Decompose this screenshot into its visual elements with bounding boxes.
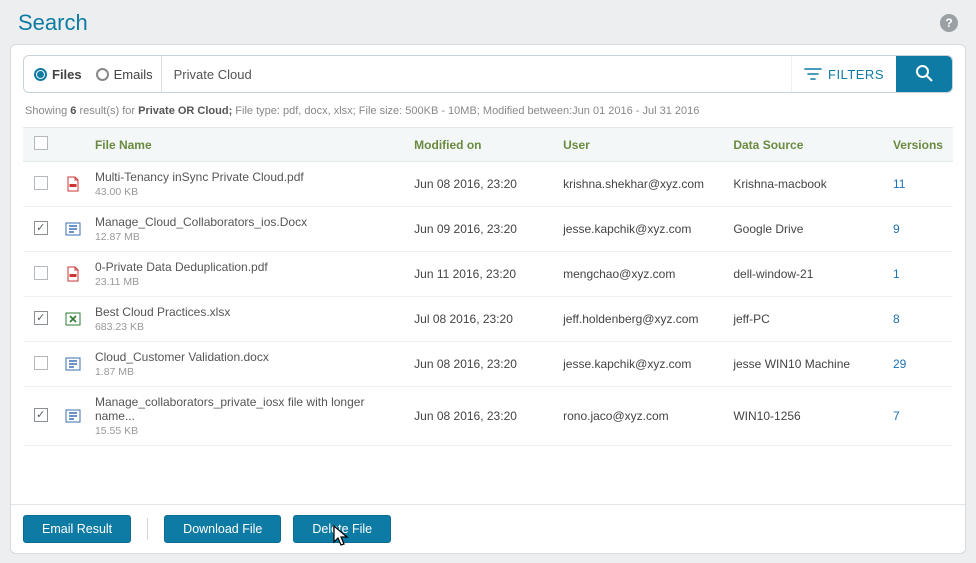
datasource-cell: Krishna-macbook <box>727 162 887 207</box>
footer-divider <box>147 518 148 540</box>
select-all-checkbox[interactable] <box>34 136 48 150</box>
column-datasource[interactable]: Data Source <box>727 128 887 162</box>
modified-cell: Jun 08 2016, 23:20 <box>408 387 557 446</box>
tab-emails-label: Emails <box>114 67 153 82</box>
user-cell: rono.jaco@xyz.com <box>557 387 727 446</box>
datasource-cell: WIN10-1256 <box>727 387 887 446</box>
user-cell: mengchao@xyz.com <box>557 252 727 297</box>
tab-files-label: Files <box>52 67 82 82</box>
tab-emails[interactable]: Emails <box>96 67 153 82</box>
column-filename[interactable]: File Name <box>89 128 408 162</box>
datasource-cell: jeff-PC <box>727 297 887 342</box>
action-footer: Email Result Download File Delete File <box>11 504 965 553</box>
table-row[interactable]: Cloud_Customer Validation.docx 1.87 MB Jun… <box>23 342 953 387</box>
page-title: Search <box>18 10 88 36</box>
table-row[interactable]: Manage_Cloud_Collaborators_ios.Docx 12.87… <box>23 207 953 252</box>
file-name: Manage_Cloud_Collaborators_ios.Docx <box>95 215 402 229</box>
modified-cell: Jul 08 2016, 23:20 <box>408 297 557 342</box>
user-cell: jesse.kapchik@xyz.com <box>557 207 727 252</box>
file-name: Best Cloud Practices.xlsx <box>95 305 402 319</box>
search-input[interactable] <box>162 56 791 92</box>
file-name: Cloud_Customer Validation.docx <box>95 350 402 364</box>
results-summary: Showing 6 result(s) for Private OR Cloud… <box>11 103 965 127</box>
search-button[interactable] <box>896 56 952 92</box>
help-icon[interactable]: ? <box>940 14 958 32</box>
column-versions[interactable]: Versions <box>887 128 953 162</box>
versions-cell[interactable]: 8 <box>887 297 953 342</box>
filters-label: FILTERS <box>828 67 884 82</box>
modified-cell: Jun 08 2016, 23:20 <box>408 162 557 207</box>
modified-cell: Jun 11 2016, 23:20 <box>408 252 557 297</box>
column-user[interactable]: User <box>557 128 727 162</box>
modified-cell: Jun 09 2016, 23:20 <box>408 207 557 252</box>
radio-emails-icon <box>96 68 109 81</box>
radio-files-icon <box>34 68 47 81</box>
file-size: 12.87 MB <box>95 231 402 243</box>
versions-cell[interactable]: 9 <box>887 207 953 252</box>
pdf-icon <box>65 266 81 280</box>
filters-button[interactable]: FILTERS <box>791 56 896 92</box>
column-modified[interactable]: Modified on <box>408 128 557 162</box>
row-checkbox[interactable] <box>34 266 48 280</box>
versions-cell[interactable]: 7 <box>887 387 953 446</box>
row-checkbox[interactable] <box>34 221 48 235</box>
versions-cell[interactable]: 1 <box>887 252 953 297</box>
docx-icon <box>65 356 81 370</box>
file-size: 1.87 MB <box>95 366 402 378</box>
modified-cell: Jun 08 2016, 23:20 <box>408 342 557 387</box>
versions-cell[interactable]: 29 <box>887 342 953 387</box>
row-checkbox[interactable] <box>34 356 48 370</box>
row-checkbox[interactable] <box>34 311 48 325</box>
file-size: 15.55 KB <box>95 425 402 437</box>
row-checkbox[interactable] <box>34 408 48 422</box>
file-name: 0-Private Data Deduplication.pdf <box>95 260 402 274</box>
table-row[interactable]: Multi-Tenancy inSync Private Cloud.pdf 43… <box>23 162 953 207</box>
datasource-cell: dell-window-21 <box>727 252 887 297</box>
user-cell: jeff.holdenberg@xyz.com <box>557 297 727 342</box>
docx-icon <box>65 221 81 235</box>
search-card: Files Emails FILTERS Showin <box>10 44 966 554</box>
file-name: Manage_collaborators_private_iosx file w… <box>95 395 402 423</box>
email-result-button[interactable]: Email Result <box>23 515 131 543</box>
table-header: File Name Modified on User Data Source V… <box>23 128 953 162</box>
row-checkbox[interactable] <box>34 176 48 190</box>
xlsx-icon <box>65 311 81 325</box>
search-type-tabs: Files Emails <box>24 56 162 92</box>
user-cell: krishna.shekhar@xyz.com <box>557 162 727 207</box>
download-file-button[interactable]: Download File <box>164 515 281 543</box>
search-icon <box>914 63 934 86</box>
file-size: 23.11 MB <box>95 276 402 288</box>
delete-file-button[interactable]: Delete File <box>293 515 391 543</box>
pdf-icon <box>65 176 81 190</box>
table-row[interactable]: Best Cloud Practices.xlsx 683.23 KB Jul 08… <box>23 297 953 342</box>
datasource-cell: jesse WIN10 Machine <box>727 342 887 387</box>
file-name: Multi-Tenancy inSync Private Cloud.pdf <box>95 170 402 184</box>
tab-files[interactable]: Files <box>34 67 82 82</box>
docx-icon <box>65 408 81 422</box>
table-row[interactable]: 0-Private Data Deduplication.pdf 23.11 MB… <box>23 252 953 297</box>
file-size: 43.00 KB <box>95 186 402 198</box>
table-row[interactable]: Manage_collaborators_private_iosx file w… <box>23 387 953 446</box>
results-table: File Name Modified on User Data Source V… <box>23 127 953 446</box>
search-bar: Files Emails FILTERS <box>23 55 953 93</box>
file-size: 683.23 KB <box>95 321 402 333</box>
versions-cell[interactable]: 11 <box>887 162 953 207</box>
filter-icon <box>804 67 822 81</box>
user-cell: jesse.kapchik@xyz.com <box>557 342 727 387</box>
datasource-cell: Google Drive <box>727 207 887 252</box>
